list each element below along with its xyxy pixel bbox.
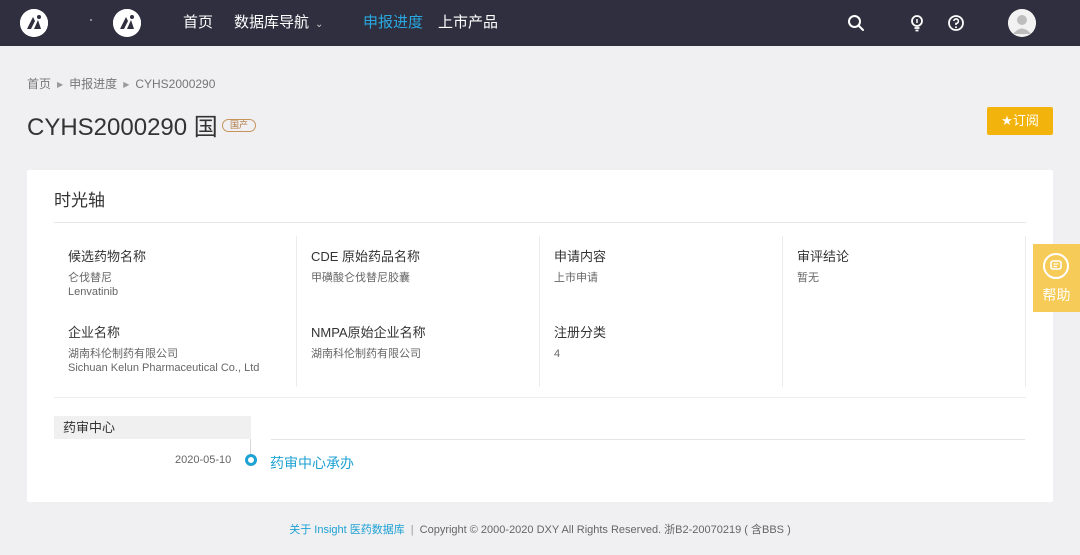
dxy-logo-icon[interactable] bbox=[20, 9, 48, 37]
nav-application-progress[interactable]: 申报进度 bbox=[363, 0, 423, 46]
user-avatar[interactable] bbox=[1008, 9, 1036, 37]
info-column: CDE 原始药品名称 甲磺酸仑伐替尼胶囊 NMPA原始企业名称 湖南科伦制药有限… bbox=[297, 236, 540, 387]
registration-category-field: 注册分类 4 bbox=[554, 322, 606, 361]
bulb-icon[interactable] bbox=[907, 13, 927, 33]
search-icon[interactable] bbox=[846, 13, 866, 33]
help-circle-icon[interactable] bbox=[946, 13, 966, 33]
timeline-node-icon bbox=[245, 454, 257, 466]
footer-separator: | bbox=[410, 524, 414, 536]
field-value: 4 bbox=[554, 348, 561, 360]
breadcrumb-separator-icon: ▶ bbox=[57, 80, 64, 89]
field-value: 甲磺酸仑伐替尼胶囊 bbox=[311, 272, 410, 284]
page-title: CYHS2000290 国 bbox=[27, 114, 218, 141]
cde-drug-name-field: CDE 原始药品名称 甲磺酸仑伐替尼胶囊 bbox=[311, 246, 420, 285]
field-label: 审评结论 bbox=[797, 249, 850, 264]
timeline-event-link[interactable]: 药审中心承办 bbox=[270, 453, 354, 473]
nav-home[interactable]: 首页 bbox=[183, 0, 213, 46]
timeline-event-date: 2020-05-10 bbox=[175, 454, 232, 466]
info-column: 候选药物名称 仑伐替尼 Lenvatinib 企业名称 湖南科伦制药有限公司 S… bbox=[54, 236, 297, 387]
field-label: NMPA原始企业名称 bbox=[311, 325, 426, 340]
chevron-down-icon: ⌄ bbox=[315, 19, 324, 30]
about-link[interactable]: 关于 Insight 医药数据库 bbox=[289, 524, 405, 536]
candidate-name-field: 候选药物名称 仑伐替尼 Lenvatinib bbox=[68, 246, 146, 299]
nav-database-navigation[interactable]: 数据库导航 ⌄ bbox=[234, 0, 323, 46]
breadcrumb-current: CYHS2000290 bbox=[135, 77, 216, 91]
field-label: 企业名称 bbox=[68, 325, 121, 340]
field-value: 湖南科伦制药有限公司 bbox=[68, 348, 178, 360]
breadcrumb-home[interactable]: 首页 bbox=[27, 77, 51, 91]
field-label: 申请内容 bbox=[554, 249, 607, 264]
divider bbox=[54, 222, 1026, 223]
timeline-connector bbox=[250, 439, 251, 454]
subscribe-button[interactable]: ★订阅 bbox=[987, 107, 1053, 135]
domestic-badge: 国产 bbox=[222, 119, 257, 132]
field-value: 湖南科伦制药有限公司 bbox=[311, 348, 421, 360]
company-name-field: 企业名称 湖南科伦制药有限公司 Sichuan Kelun Pharmaceut… bbox=[68, 322, 259, 375]
help-float-button[interactable]: 帮助 bbox=[1033, 244, 1080, 312]
timeline-tab-cde[interactable]: 药审中心 bbox=[54, 416, 251, 439]
breadcrumb-separator-icon: ▶ bbox=[123, 80, 130, 89]
timeline-card: 时光轴 候选药物名称 仑伐替尼 Lenvatinib 企业名称 湖南科伦制药有限… bbox=[27, 170, 1053, 502]
field-value-en: Lenvatinib bbox=[68, 286, 119, 298]
timeline-line bbox=[271, 439, 1025, 440]
nmpa-company-field: NMPA原始企业名称 湖南科伦制药有限公司 bbox=[311, 322, 426, 361]
top-navbar: 首页 数据库导航 ⌄ 申报进度 上市产品 bbox=[0, 0, 1080, 46]
nav-dot bbox=[90, 19, 92, 21]
info-column: 审评结论 暂无 bbox=[783, 236, 1026, 387]
breadcrumb: 首页 ▶ 申报进度 ▶ CYHS2000290 bbox=[27, 75, 215, 92]
field-value: 暂无 bbox=[797, 272, 819, 284]
footer: 关于 Insight 医药数据库 | Copyright © 2000-2020 D… bbox=[0, 521, 1080, 537]
field-value: 上市申请 bbox=[554, 272, 598, 284]
field-label: 注册分类 bbox=[554, 325, 607, 340]
nav-database-label: 数据库导航 bbox=[234, 14, 310, 31]
info-grid: 候选药物名称 仑伐替尼 Lenvatinib 企业名称 湖南科伦制药有限公司 S… bbox=[54, 236, 1026, 387]
field-label: CDE 原始药品名称 bbox=[311, 249, 421, 264]
copyright-text: Copyright © 2000-2020 DXY All Rights Res… bbox=[419, 524, 791, 536]
breadcrumb-progress[interactable]: 申报进度 bbox=[69, 77, 117, 91]
field-value: 仑伐替尼 bbox=[68, 272, 112, 284]
chat-icon bbox=[1043, 253, 1069, 279]
field-label: 候选药物名称 bbox=[68, 249, 147, 264]
review-conclusion-field: 审评结论 暂无 bbox=[797, 246, 849, 285]
field-value-en: Sichuan Kelun Pharmaceutical Co., Ltd bbox=[68, 362, 260, 374]
help-label: 帮助 bbox=[1042, 287, 1071, 303]
insight-logo-icon[interactable] bbox=[113, 9, 141, 37]
info-column: 申请内容 上市申请 注册分类 4 bbox=[540, 236, 783, 387]
divider bbox=[54, 397, 1026, 398]
card-title: 时光轴 bbox=[54, 191, 105, 210]
nav-marketed-products[interactable]: 上市产品 bbox=[438, 0, 498, 46]
application-content-field: 申请内容 上市申请 bbox=[554, 246, 606, 285]
